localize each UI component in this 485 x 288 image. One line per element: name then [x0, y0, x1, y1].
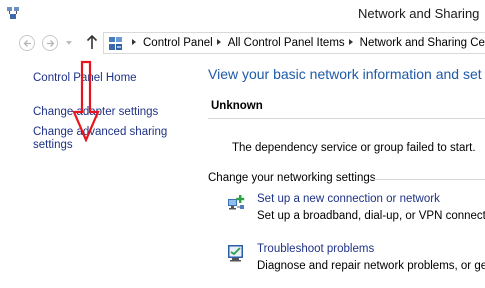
annotation-arrow	[72, 60, 100, 142]
divider	[372, 179, 485, 180]
breadcrumb-all-items[interactable]: All Control Panel Items	[228, 37, 345, 49]
network-status-message: The dependency service or group failed t…	[232, 142, 476, 154]
troubleshoot-icon	[226, 243, 246, 263]
page-title: View your basic network information and …	[208, 66, 482, 82]
divider	[208, 118, 485, 119]
network-name: Unknown	[211, 100, 263, 112]
control-panel-icon	[108, 36, 123, 51]
breadcrumb-separator-icon[interactable]	[132, 39, 136, 46]
breadcrumb-separator-icon[interactable]	[348, 39, 353, 46]
back-button[interactable]	[19, 35, 35, 51]
troubleshoot-description: Diagnose and repair network problems, or…	[257, 260, 485, 272]
change-advanced-sharing-link[interactable]: Change advanced sharing settings	[33, 126, 193, 152]
network-sharing-icon	[6, 6, 20, 20]
breadcrumb-separator-icon[interactable]	[216, 39, 221, 46]
new-connection-icon	[226, 193, 246, 213]
breadcrumb-control-panel[interactable]: Control Panel	[143, 37, 213, 49]
navigation-bar: Control Panel All Control Panel Items Netw…	[0, 30, 485, 56]
recent-locations-dropdown[interactable]	[66, 41, 72, 45]
setup-connection-link[interactable]: Set up a new connection or network	[257, 193, 440, 205]
forward-arrow-icon	[47, 40, 55, 47]
window-title: Network and Sharing	[358, 6, 480, 21]
main-content: View your basic network information and …	[200, 56, 485, 288]
setup-connection-description: Set up a broadband, dial-up, or VPN conn…	[257, 210, 485, 222]
section-heading: Change your networking settings	[208, 172, 376, 184]
back-arrow-icon	[23, 40, 31, 47]
title-bar: Network and Sharing	[0, 0, 485, 28]
breadcrumb-network-sharing[interactable]: Network and Sharing Cente	[360, 37, 485, 49]
breadcrumb: Control Panel All Control Panel Items Netw…	[128, 37, 485, 49]
up-arrow-icon	[86, 34, 98, 49]
address-bar[interactable]: Control Panel All Control Panel Items Netw…	[103, 32, 485, 54]
forward-button[interactable]	[42, 35, 58, 51]
up-button[interactable]	[85, 34, 99, 50]
troubleshoot-link[interactable]: Troubleshoot problems	[257, 243, 374, 255]
